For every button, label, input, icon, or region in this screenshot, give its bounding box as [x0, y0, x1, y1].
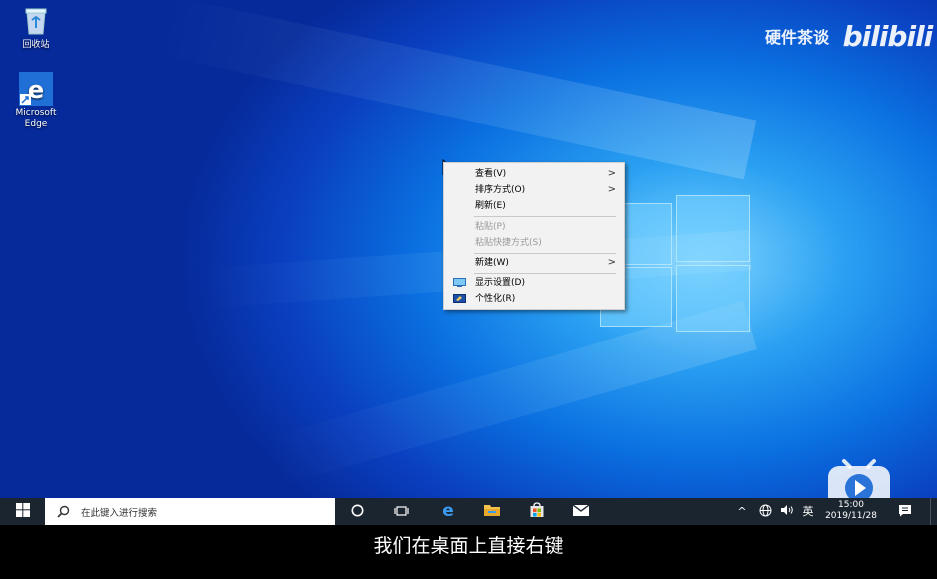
notification-icon	[899, 505, 911, 517]
network-globe-icon	[759, 504, 771, 517]
bilibili-play-overlay[interactable]	[826, 453, 892, 498]
taskbar: 在此键入进行搜索 e ^ 英 15:00 2019/11/28	[0, 498, 937, 525]
search-placeholder: 在此键入进行搜索	[81, 508, 158, 519]
personalize-icon	[453, 294, 466, 303]
menu-separator	[474, 216, 616, 217]
show-desktop-button[interactable]	[930, 498, 931, 525]
menu-item-paste-shortcut[interactable]: 粘贴快捷方式(S)	[444, 235, 624, 251]
desktop-context-menu: 查看(V) > 排序方式(O) > 刷新(E) 粘贴(P) 粘贴快捷方式(S) …	[443, 162, 625, 310]
menu-separator	[474, 253, 616, 254]
taskbar-edge-button[interactable]: e	[433, 498, 463, 525]
edge-icon: e	[442, 501, 454, 521]
clock-time: 15:00	[838, 500, 864, 510]
menu-item-label: 粘贴快捷方式(S)	[475, 238, 542, 248]
edge-icon: e	[19, 72, 53, 106]
menu-item-display-settings[interactable]: 显示设置(D)	[444, 275, 624, 291]
mail-envelope-icon	[572, 504, 590, 516]
recycle-bin-icon	[19, 4, 53, 38]
chevron-right-icon: >	[607, 184, 616, 195]
tray-input-method-button[interactable]: 英	[799, 498, 817, 525]
cortana-button[interactable]	[343, 498, 371, 525]
desktop[interactable]: 回收站 e Microsoft Edge 硬件茶谈 bilibili 查看(V)…	[0, 0, 937, 498]
menu-item-view[interactable]: 查看(V) >	[444, 166, 624, 182]
tray-network-button[interactable]	[756, 498, 774, 525]
store-bag-icon	[530, 502, 544, 517]
menu-item-label: 查看(V)	[475, 169, 507, 179]
chevron-up-icon: ^	[737, 505, 747, 518]
menu-item-label: 排序方式(O)	[475, 185, 526, 195]
cortana-circle-icon	[351, 504, 363, 517]
ime-indicator: 英	[802, 505, 814, 518]
menu-item-paste[interactable]: 粘贴(P)	[444, 219, 624, 235]
desktop-icon-label: Microsoft Edge	[15, 108, 57, 129]
desktop-icon-edge[interactable]: e Microsoft Edge	[6, 72, 66, 130]
menu-item-label: 新建(W)	[475, 258, 509, 268]
menu-item-label: 个性化(R)	[475, 294, 516, 304]
menu-item-refresh[interactable]: 刷新(E)	[444, 198, 624, 214]
menu-item-label: 刷新(E)	[475, 201, 506, 211]
chevron-right-icon: >	[607, 257, 616, 268]
taskbar-store-button[interactable]	[522, 498, 552, 525]
taskbar-file-explorer-button[interactable]	[477, 498, 507, 525]
search-icon	[57, 505, 70, 518]
action-center-button[interactable]	[894, 498, 916, 525]
menu-item-label: 显示设置(D)	[475, 278, 525, 288]
taskbar-search-box[interactable]: 在此键入进行搜索	[45, 498, 335, 525]
task-view-button[interactable]	[387, 498, 415, 525]
chevron-right-icon: >	[607, 168, 616, 179]
tray-volume-button[interactable]	[777, 498, 797, 525]
bilibili-watermark: 硬件茶谈 bilibili	[765, 20, 934, 53]
taskbar-mail-button[interactable]	[566, 498, 596, 525]
display-settings-icon	[453, 278, 466, 287]
bilibili-logo: bilibili	[842, 20, 934, 53]
tray-clock[interactable]: 15:00 2019/11/28	[818, 500, 884, 524]
start-button[interactable]	[0, 498, 45, 525]
clock-date: 2019/11/28	[825, 511, 877, 521]
windows-start-icon	[15, 503, 30, 517]
menu-item-sort-by[interactable]: 排序方式(O) >	[444, 182, 624, 198]
desktop-icon-recycle-bin[interactable]: 回收站	[6, 4, 66, 51]
menu-separator	[474, 273, 616, 274]
tray-show-hidden-icons-button[interactable]: ^	[734, 498, 750, 525]
desktop-icon-label: 回收站	[22, 40, 50, 50]
speaker-volume-icon	[781, 505, 793, 515]
menu-item-new[interactable]: 新建(W) >	[444, 255, 624, 271]
menu-item-personalize[interactable]: 个性化(R)	[444, 291, 624, 307]
task-view-icon	[393, 506, 409, 516]
watermark-channel-name: 硬件茶谈	[765, 28, 830, 47]
tv-play-icon	[828, 459, 890, 498]
menu-item-label: 粘贴(P)	[475, 222, 506, 232]
svg-text:e: e	[442, 501, 454, 519]
video-subtitle: 我们在桌面上直接右键	[0, 525, 937, 579]
folder-icon	[484, 505, 500, 516]
